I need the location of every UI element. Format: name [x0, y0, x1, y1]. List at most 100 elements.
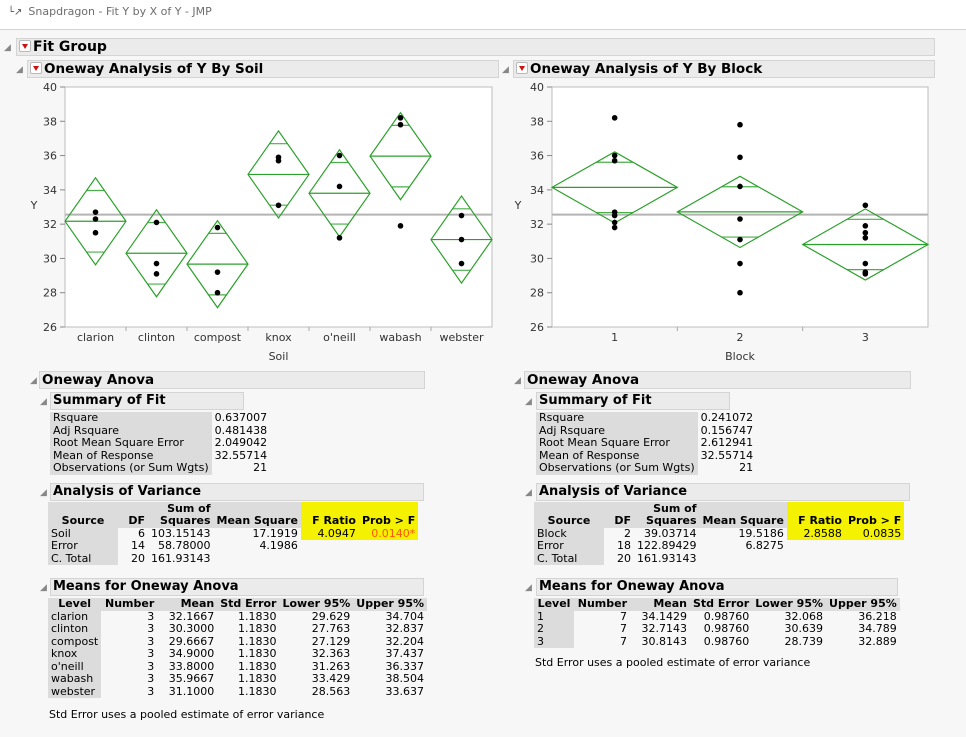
anova-df: 14 — [131, 539, 145, 552]
means-header-row: Level Number Mean Std Error Lower 95% Upper 9… — [48, 597, 427, 611]
block-anova-table-disclosure-icon[interactable]: ◢ — [525, 485, 532, 501]
fit-group-title: Fit Group — [33, 39, 107, 55]
anova-row: Error 18 122.89429 6.8275 — [534, 539, 904, 553]
means-cell: 35.9667 — [168, 672, 215, 685]
soil-anova-title: Analysis of Variance — [53, 484, 202, 499]
summary-label: Observations (or Sum Wgts) — [50, 461, 212, 475]
y-tick-label: 28 — [530, 287, 544, 300]
y-tick-label: 38 — [530, 115, 544, 128]
means-header-cell: Mean — [157, 597, 218, 611]
means-row: knox 3 34.9000 1.1830 32.363 37.437 — [48, 647, 427, 661]
summary-row: Root Mean Square Error 2.612941 — [536, 436, 756, 450]
soil-summary-title: Summary of Fit — [53, 393, 166, 408]
summary-value: 0.241072 — [700, 411, 754, 424]
block-means-disclosure-icon[interactable]: ◢ — [525, 580, 532, 596]
anova-df: 18 — [617, 539, 631, 552]
anova-f-ratio — [787, 553, 845, 566]
block-anova-disclosure-icon[interactable]: ◢ — [514, 373, 521, 389]
data-point — [92, 229, 99, 236]
fit-group-red-triangle-menu-icon[interactable] — [19, 40, 31, 52]
soil-means-disclosure-icon[interactable]: ◢ — [40, 580, 47, 596]
means-cell: 34.789 — [858, 622, 897, 635]
data-point — [611, 152, 618, 159]
data-point — [214, 269, 221, 275]
anova-f-ratio — [301, 553, 359, 566]
x-axis-label: Block — [725, 350, 755, 363]
anova-header-source: Source — [48, 514, 118, 528]
means-cell: 7 — [620, 634, 627, 648]
anova-source: C. Total — [48, 552, 118, 565]
summary-label: Root Mean Square Error — [50, 436, 212, 450]
y-tick-label: 30 — [530, 252, 544, 265]
block-anova-title: Analysis of Variance — [539, 484, 688, 499]
soil-oneway-anova-header: Oneway Anova — [39, 371, 425, 389]
data-point — [611, 157, 618, 164]
means-cell: 1.1830 — [237, 647, 277, 660]
data-point — [862, 202, 869, 209]
means-cell: 30.8143 — [641, 634, 688, 648]
anova-f-ratio: 2.8588 — [786, 527, 845, 540]
x-axis-label: Soil — [269, 350, 289, 363]
soil-analysis-of-variance-header: Analysis of Variance — [50, 483, 424, 501]
summary-value: 21 — [739, 461, 754, 474]
x-tick-label: webster — [439, 331, 484, 344]
y-axis-label: Y — [514, 199, 522, 212]
means-row: wabash 3 35.9667 1.1830 33.429 38.504 — [48, 672, 427, 686]
y-tick-label: 32 — [530, 218, 544, 231]
means-cell: clinton — [48, 622, 102, 636]
block-summary-of-fit-table: Rsquare 0.241072 Adj Rsquare 0.156747 Root M… — [536, 411, 756, 475]
means-cell: 1.1830 — [237, 672, 277, 685]
block-means-header: Means for Oneway Anova — [536, 578, 898, 596]
soil-anova-disclosure-icon[interactable]: ◢ — [30, 373, 37, 389]
data-point — [458, 236, 465, 243]
data-point — [737, 216, 743, 222]
jmp-report-icon: └↗ — [8, 7, 23, 18]
anova-ss: 58.78000 — [158, 539, 211, 552]
anova-row: C. Total 20 161.93143 — [48, 551, 418, 566]
y-tick-label: 26 — [43, 321, 57, 334]
data-point — [737, 289, 743, 296]
means-row: 3 7 30.8143 0.98760 28.739 32.889 — [534, 634, 900, 648]
anova-ms — [700, 553, 787, 566]
soil-summary-disclosure-icon[interactable]: ◢ — [40, 394, 47, 410]
fit-group-header: Fit Group — [16, 38, 935, 56]
soil-anova-table-disclosure-icon[interactable]: ◢ — [40, 485, 47, 501]
block-oneway-anova-title: Oneway Anova — [527, 372, 640, 388]
anova-source: Error — [48, 539, 118, 553]
means-header-cell: Std Error — [217, 597, 280, 611]
anova-header-row: Source DF Squares Mean Square F Ratio Prob > … — [534, 514, 905, 528]
anova-header-f: F Ratio — [786, 514, 845, 528]
anova-df: 20 — [617, 551, 631, 565]
means-header-cell: Number — [101, 597, 158, 611]
anova-header-ms: Mean Square — [699, 514, 787, 528]
summary-value: 0.637007 — [214, 411, 268, 424]
x-tick-label: wabash — [379, 331, 421, 344]
block-std-error-note: Std Error uses a pooled estimate of erro… — [535, 656, 811, 669]
anova-prob-f: 0.0835 — [844, 527, 905, 540]
y-tick-label: 28 — [43, 287, 57, 300]
means-cell: 0.98760 — [703, 634, 750, 648]
anova-df: 20 — [131, 551, 145, 565]
block-analysis-of-variance-header: Analysis of Variance — [536, 483, 910, 501]
means-cell: 33.637 — [385, 684, 425, 698]
summary-label: Rsquare — [50, 411, 212, 425]
data-point — [214, 289, 221, 296]
fit-group-disclosure-icon[interactable]: ◢ — [4, 40, 11, 56]
anova-row: C. Total 20 161.93143 — [534, 551, 904, 566]
data-point — [862, 260, 869, 267]
y-tick-label: 36 — [43, 150, 57, 163]
means-header-cell: Upper 95% — [826, 597, 900, 611]
data-point — [737, 154, 743, 161]
data-point — [153, 219, 160, 226]
soil-red-triangle-menu-icon[interactable] — [30, 62, 42, 74]
block-red-triangle-menu-icon[interactable] — [516, 62, 528, 74]
block-summary-disclosure-icon[interactable]: ◢ — [525, 394, 532, 410]
data-point — [153, 271, 160, 277]
block-analysis-of-variance-table: Sum of Source DF Squares Mean Square F Ratio P… — [534, 502, 905, 566]
soil-means-header: Means for Oneway Anova — [50, 578, 424, 596]
data-point — [336, 183, 343, 190]
anova-prob-f — [845, 553, 904, 566]
y-axis-label: Y — [30, 199, 38, 212]
summary-value: 2.049042 — [214, 436, 268, 449]
summary-value: 2.612941 — [700, 436, 754, 449]
